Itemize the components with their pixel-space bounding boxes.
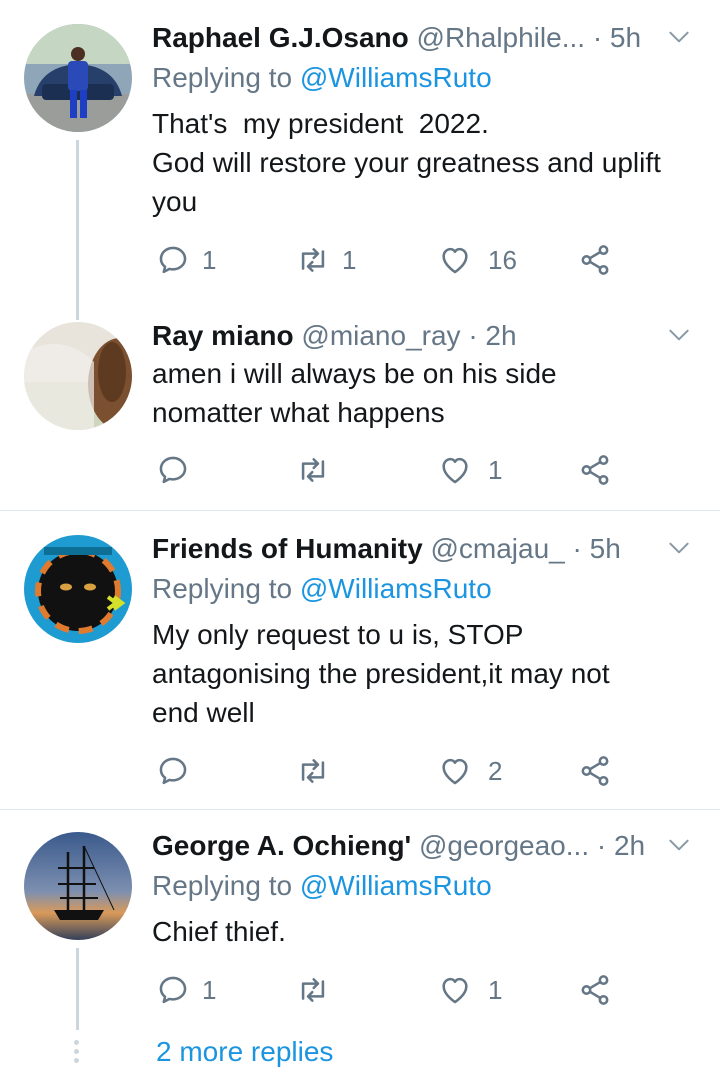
replying-to: Replying to @WilliamsRuto [152, 868, 492, 904]
like-icon [438, 754, 472, 788]
reply-icon [156, 243, 190, 277]
retweet-button[interactable] [296, 751, 342, 791]
tweet-header: George A. Ochieng' @georgeao... · 2h [152, 828, 660, 864]
share-button[interactable] [578, 751, 612, 791]
tweet-header: Raphael G.J.Osano @Rhalphile... · 5h [152, 20, 660, 56]
tweet-actions: 1 [152, 450, 622, 490]
timestamp[interactable]: · 5h [593, 22, 641, 53]
tweet-4[interactable]: George A. Ochieng' @georgeao... · 2h Rep… [0, 810, 720, 1081]
tweet-text-line: you [152, 186, 198, 217]
avatar[interactable] [24, 322, 132, 430]
user-handle[interactable]: @georgeao... [419, 830, 589, 861]
timestamp[interactable]: · 5h [573, 533, 621, 564]
replying-to-label: Replying to [152, 573, 300, 604]
replying-to-mention[interactable]: @WilliamsRuto [300, 62, 492, 93]
tweet-3[interactable]: Friends of Humanity @cmajau_ · 5h Replyi… [0, 511, 720, 809]
tweet-header: Ray miano @miano_ray · 2h [152, 318, 660, 354]
retweet-icon [296, 754, 330, 788]
like-button[interactable]: 1 [438, 970, 502, 1010]
like-icon [438, 243, 472, 277]
tweet-text: Chief thief. [152, 912, 702, 951]
tweet-text: amen i will always be on his side nomatt… [152, 354, 702, 432]
timestamp[interactable]: · 2h [597, 830, 645, 861]
tweet-header: Friends of Humanity @cmajau_ · 5h [152, 531, 660, 567]
retweet-icon [296, 973, 330, 1007]
reply-button[interactable] [156, 450, 202, 490]
reply-icon [156, 973, 190, 1007]
tweet-text-line: My only request to u is, STOP [152, 619, 524, 650]
more-replies-dots [74, 1040, 80, 1067]
like-button[interactable]: 2 [438, 751, 502, 791]
like-icon [438, 453, 472, 487]
replying-to: Replying to @WilliamsRuto [152, 571, 492, 607]
like-icon [438, 973, 472, 1007]
thread-line [76, 140, 79, 320]
tweet-actions: 2 [152, 751, 622, 791]
share-button[interactable] [578, 450, 612, 490]
avatar[interactable] [24, 24, 132, 132]
replying-to-label: Replying to [152, 870, 300, 901]
retweet-button[interactable] [296, 970, 342, 1010]
reply-button[interactable] [156, 751, 202, 791]
chevron-down-icon[interactable] [666, 322, 692, 348]
replying-to-mention[interactable]: @WilliamsRuto [300, 573, 492, 604]
share-icon [578, 754, 612, 788]
reply-icon [156, 754, 190, 788]
replying-to-mention[interactable]: @WilliamsRuto [300, 870, 492, 901]
tweet-text-line: end well [152, 697, 255, 728]
timestamp[interactable]: · 2h [468, 320, 516, 351]
tweet-text: My only request to u is, STOP antagonisi… [152, 615, 702, 732]
like-button[interactable]: 1 [438, 450, 502, 490]
retweet-button[interactable] [296, 450, 342, 490]
share-icon [578, 453, 612, 487]
display-name[interactable]: Ray miano [152, 320, 294, 351]
tweet-text-line: amen i will always be on his side [152, 358, 557, 389]
display-name[interactable]: Raphael G.J.Osano [152, 22, 409, 53]
tweet-text-line: Chief thief. [152, 916, 286, 947]
tweet-text-line: That's my president 2022. [152, 108, 489, 139]
retweet-button[interactable]: 1 [296, 240, 356, 280]
tweet-2[interactable]: Ray miano @miano_ray · 2h amen i will al… [0, 300, 720, 510]
retweet-count: 1 [342, 244, 357, 275]
share-button[interactable] [578, 970, 612, 1010]
tweet-actions: 1 1 [152, 970, 622, 1010]
display-name[interactable]: Friends of Humanity [152, 533, 423, 564]
user-handle[interactable]: @Rhalphile... [417, 22, 586, 53]
tweet-1[interactable]: Raphael G.J.Osano @Rhalphile... · 5h Rep… [0, 0, 720, 320]
like-count: 1 [488, 454, 503, 485]
tweet-text-line: nomatter what happens [152, 397, 445, 428]
reply-button[interactable]: 1 [156, 970, 216, 1010]
chevron-down-icon[interactable] [666, 832, 692, 858]
share-button[interactable] [578, 240, 612, 280]
chevron-down-icon[interactable] [666, 535, 692, 561]
display-name[interactable]: George A. Ochieng' [152, 830, 411, 861]
replying-to: Replying to @WilliamsRuto [152, 60, 492, 96]
avatar[interactable] [24, 832, 132, 940]
like-count: 1 [488, 974, 503, 1005]
avatar[interactable] [24, 535, 132, 643]
reply-count: 1 [202, 974, 217, 1005]
more-replies-link[interactable]: 2 more replies [156, 1036, 333, 1068]
share-icon [578, 243, 612, 277]
chevron-down-icon[interactable] [666, 24, 692, 50]
reply-icon [156, 453, 190, 487]
user-handle[interactable]: @cmajau_ [430, 533, 564, 564]
like-count: 2 [488, 755, 503, 786]
like-button[interactable]: 16 [438, 240, 517, 280]
reply-button[interactable]: 1 [156, 240, 216, 280]
replying-to-label: Replying to [152, 62, 300, 93]
tweet-text: That's my president 2022. God will resto… [152, 104, 702, 221]
like-count: 16 [488, 244, 517, 275]
reply-count: 1 [202, 244, 217, 275]
thread-line [76, 948, 79, 1030]
tweet-text-line: God will restore your greatness and upli… [152, 147, 661, 178]
user-handle[interactable]: @miano_ray [301, 320, 460, 351]
retweet-icon [296, 453, 330, 487]
share-icon [578, 973, 612, 1007]
retweet-icon [296, 243, 330, 277]
tweet-text-line: antagonising the president,it may not [152, 658, 610, 689]
tweet-actions: 1 1 16 [152, 240, 622, 280]
